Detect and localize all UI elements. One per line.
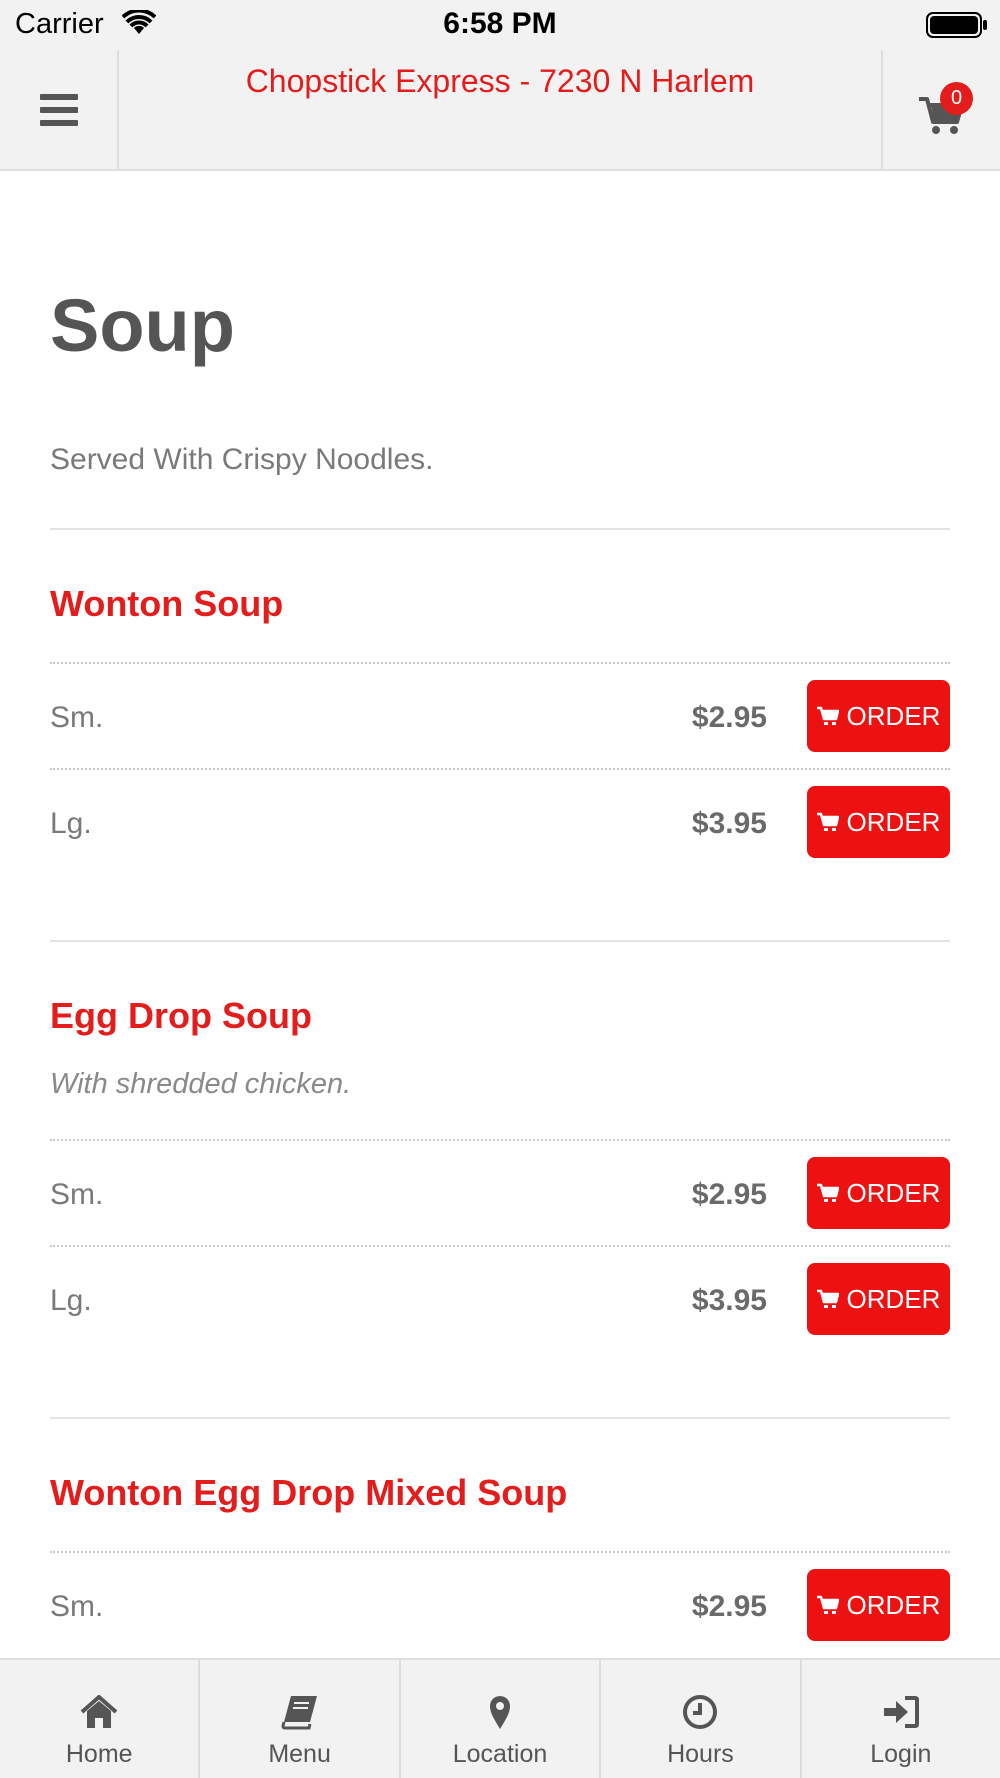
order-button-label: ORDER — [846, 1283, 941, 1314]
price-row: Sm. $2.95 ORDER — [50, 1551, 950, 1657]
price-list: Sm. $2.95 ORDER Lg. $3.95 ORDER — [50, 1139, 950, 1351]
order-button[interactable]: ORDER — [807, 1569, 950, 1641]
category-description: Served With Crispy Noodles. — [50, 443, 434, 476]
price-row: Sm. $2.95 ORDER — [50, 1139, 950, 1245]
order-button-label: ORDER — [846, 1589, 941, 1620]
restaurant-title: Chopstick Express - 7230 N Harlem — [245, 63, 755, 99]
tab-login[interactable]: Login — [802, 1660, 1000, 1778]
category-title: Soup — [50, 284, 235, 367]
order-button[interactable]: ORDER — [807, 680, 950, 752]
bottom-tab-bar: Home Menu Location Hours Login — [0, 1658, 1000, 1778]
price-value: $3.95 — [691, 1284, 767, 1317]
price-list: Sm. $2.95 ORDER — [50, 1551, 950, 1657]
map-pin-icon — [490, 1696, 511, 1729]
order-button[interactable]: ORDER — [807, 1157, 950, 1229]
battery-icon — [926, 12, 987, 38]
tab-label: Location — [452, 1740, 548, 1768]
item-name: Wonton Egg Drop Mixed Soup — [50, 1472, 568, 1513]
home-icon — [80, 1695, 118, 1728]
order-button-label: ORDER — [846, 700, 941, 731]
price-row: Lg. $3.95 ORDER — [50, 768, 950, 874]
tab-home[interactable]: Home — [0, 1660, 201, 1778]
price-row: Lg. $3.95 ORDER — [50, 1245, 950, 1351]
size-label: Lg. — [50, 1284, 92, 1317]
item-name: Wonton Soup — [50, 583, 284, 624]
tab-location[interactable]: Location — [401, 1660, 602, 1778]
cart-icon — [816, 706, 839, 725]
cart-count-badge: 0 — [940, 82, 973, 115]
price-value: $2.95 — [691, 701, 767, 734]
size-label: Sm. — [50, 1590, 104, 1623]
item-name: Egg Drop Soup — [50, 995, 312, 1036]
tab-menu[interactable]: Menu — [200, 1660, 401, 1778]
status-bar: Carrier 6:58 PM — [0, 0, 1000, 50]
order-button-label: ORDER — [846, 1177, 941, 1208]
order-button[interactable]: ORDER — [807, 1263, 950, 1335]
hamburger-menu-button[interactable] — [0, 50, 119, 169]
tab-hours[interactable]: Hours — [601, 1660, 802, 1778]
menu-item: Wonton Egg Drop Mixed Soup Sm. $2.95 ORDER — [50, 1419, 950, 1657]
menu-content: Soup Served With Crispy Noodles. Wonton … — [50, 171, 950, 1657]
tab-label: Menu — [268, 1740, 331, 1768]
size-label: Sm. — [50, 1178, 104, 1211]
hamburger-icon — [39, 93, 78, 126]
cart-icon — [816, 1289, 839, 1308]
cart-icon — [816, 1595, 839, 1614]
menu-item: Egg Drop Soup With shredded chicken. Sm. $2… — [50, 942, 950, 1419]
clock-icon — [683, 1695, 718, 1729]
cart-icon — [816, 1183, 839, 1202]
cart-icon — [816, 812, 839, 831]
sign-in-icon — [883, 1696, 919, 1728]
price-row: Sm. $2.95 ORDER — [50, 662, 950, 768]
menu-item: Wonton Soup Sm. $2.95 ORDER Lg. $3.95 ORDER — [50, 530, 950, 942]
cart-button[interactable]: 0 — [881, 50, 1000, 169]
size-label: Sm. — [50, 701, 104, 734]
order-button-label: ORDER — [846, 806, 941, 837]
app-header: Chopstick Express - 7230 N Harlem 0 — [0, 50, 1000, 171]
price-list: Sm. $2.95 ORDER Lg. $3.95 ORDER — [50, 662, 950, 874]
size-label: Lg. — [50, 807, 92, 840]
menu-items: Wonton Soup Sm. $2.95 ORDER Lg. $3.95 ORDER Egg… — [50, 530, 950, 1657]
book-icon — [281, 1696, 317, 1730]
order-button[interactable]: ORDER — [807, 786, 950, 858]
tab-label: Home — [65, 1740, 133, 1768]
price-value: $3.95 — [691, 807, 767, 840]
price-value: $2.95 — [691, 1590, 767, 1623]
price-value: $2.95 — [691, 1178, 767, 1211]
tab-label: Login — [870, 1740, 932, 1768]
item-description: With shredded chicken. — [50, 1068, 352, 1100]
tab-label: Hours — [667, 1740, 734, 1768]
status-time: 6:58 PM — [443, 7, 557, 40]
